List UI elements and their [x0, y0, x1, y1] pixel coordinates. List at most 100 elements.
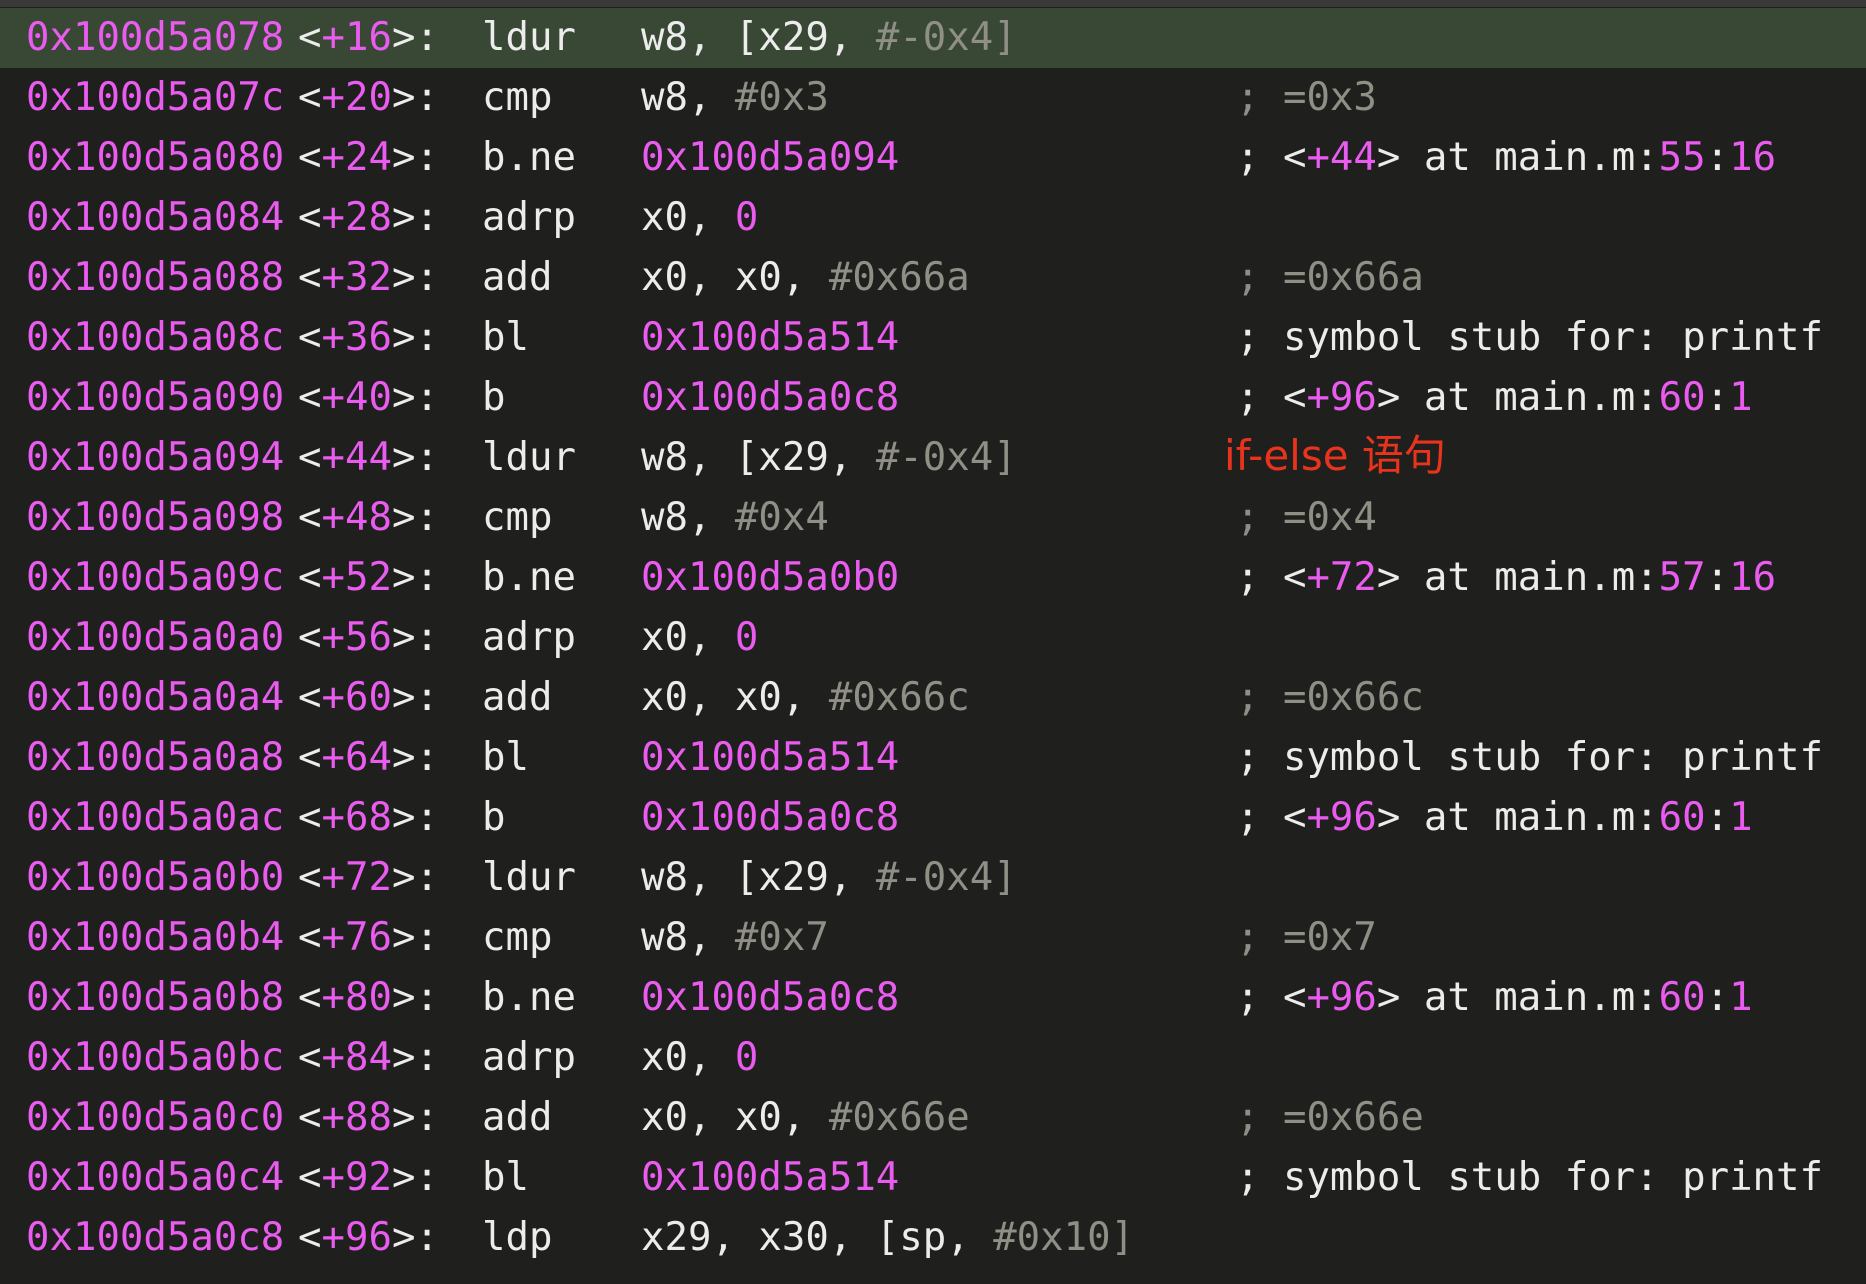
instruction-row[interactable]: 0x100d5a094 <+44>: ldur w8, [x29, #-0x4]	[0, 428, 1866, 488]
instruction-offset: <+96>:	[298, 1215, 439, 1260]
instruction-address: 0x100d5a0ac	[26, 795, 285, 840]
instruction-row[interactable]: 0x100d5a0a4 <+60>: add x0, x0, #0x66c ; =0x6…	[0, 668, 1866, 728]
instruction-comment: ; =0x3	[1236, 75, 1377, 120]
instruction-row[interactable]: 0x100d5a088 <+32>: add x0, x0, #0x66a ; =0x6…	[0, 248, 1866, 308]
instruction-address: 0x100d5a0a4	[26, 675, 285, 720]
instruction-comment: ; symbol stub for: printf	[1236, 315, 1823, 360]
instruction-mnemonic: add	[482, 675, 553, 720]
instruction-operands: 0x100d5a514	[641, 1155, 900, 1200]
disassembly-view: 0x100d5a078 <+16>: ldur w8, [x29, #-0x4] 0x1…	[0, 0, 1866, 1284]
instruction-operands: w8, [x29, #-0x4]	[641, 855, 1017, 900]
instruction-row[interactable]: 0x100d5a0bc <+84>: adrp x0, 0	[0, 1028, 1866, 1088]
instruction-operands: x0, x0, #0x66e	[641, 1095, 970, 1140]
instruction-row[interactable]: 0x100d5a084 <+28>: adrp x0, 0	[0, 188, 1866, 248]
instruction-comment: ; <+96> at main.m:60:1	[1236, 975, 1753, 1020]
instruction-offset: <+56>:	[298, 615, 439, 660]
instruction-row[interactable]: 0x100d5a090 <+40>: b 0x100d5a0c8 ; <+96> at …	[0, 368, 1866, 428]
instruction-mnemonic: cmp	[482, 75, 553, 120]
instruction-comment: ; =0x7	[1236, 915, 1377, 960]
instruction-mnemonic: ldp	[482, 1215, 553, 1260]
instruction-mnemonic: ldur	[482, 15, 576, 60]
instruction-address: 0x100d5a0bc	[26, 1035, 285, 1080]
instruction-address: 0x100d5a0c8	[26, 1215, 285, 1260]
instruction-operands: w8, [x29, #-0x4]	[641, 15, 1017, 60]
instruction-comment: ; <+96> at main.m:60:1	[1236, 795, 1753, 840]
instruction-row[interactable]: 0x100d5a080 <+24>: b.ne 0x100d5a094 ; <+44> …	[0, 128, 1866, 188]
instruction-mnemonic: adrp	[482, 1035, 576, 1080]
instruction-comment: ; symbol stub for: printf	[1236, 735, 1823, 780]
instruction-address: 0x100d5a08c	[26, 315, 285, 360]
instruction-row[interactable]: 0x100d5a08c <+36>: bl 0x100d5a514 ; symbol s…	[0, 308, 1866, 368]
instruction-address: 0x100d5a0b8	[26, 975, 285, 1020]
instruction-comment: ; =0x4	[1236, 495, 1377, 540]
instruction-offset: <+80>:	[298, 975, 439, 1020]
instruction-operands: 0x100d5a0c8	[641, 795, 900, 840]
instruction-address: 0x100d5a0b4	[26, 915, 285, 960]
instruction-mnemonic: b	[482, 375, 506, 420]
instruction-address: 0x100d5a084	[26, 195, 285, 240]
instruction-row[interactable]: 0x100d5a09c <+52>: b.ne 0x100d5a0b0 ; <+72> …	[0, 548, 1866, 608]
instruction-offset: <+52>:	[298, 555, 439, 600]
instruction-operands: 0x100d5a0c8	[641, 975, 900, 1020]
instruction-row[interactable]: 0x100d5a0c8 <+96>: ldp x29, x30, [sp, #0x10…	[0, 1208, 1866, 1268]
instruction-row[interactable]: 0x100d5a098 <+48>: cmp w8, #0x4 ; =0x4	[0, 488, 1866, 548]
instruction-operands: 0x100d5a514	[641, 315, 900, 360]
instruction-row[interactable]: 0x100d5a0b8 <+80>: b.ne 0x100d5a0c8 ; <+96> …	[0, 968, 1866, 1028]
instruction-address: 0x100d5a0a8	[26, 735, 285, 780]
instruction-offset: <+20>:	[298, 75, 439, 120]
instruction-offset: <+40>:	[298, 375, 439, 420]
instruction-row[interactable]: 0x100d5a0a0 <+56>: adrp x0, 0	[0, 608, 1866, 668]
instruction-operands: x0, 0	[641, 615, 759, 660]
instruction-row[interactable]: 0x100d5a0c4 <+92>: bl 0x100d5a514 ; symbol s…	[0, 1148, 1866, 1208]
instruction-offset: <+88>:	[298, 1095, 439, 1140]
instruction-address: 0x100d5a0c4	[26, 1155, 285, 1200]
instruction-row[interactable]: 0x100d5a0c0 <+88>: add x0, x0, #0x66e ; =0x6…	[0, 1088, 1866, 1148]
instruction-mnemonic: ldur	[482, 855, 576, 900]
instruction-operands: 0x100d5a0c8	[641, 375, 900, 420]
instruction-address: 0x100d5a0b0	[26, 855, 285, 900]
instruction-row[interactable]: 0x100d5a0b0 <+72>: ldur w8, [x29, #-0x4]	[0, 848, 1866, 908]
instruction-offset: <+92>:	[298, 1155, 439, 1200]
instruction-address: 0x100d5a078	[26, 15, 285, 60]
instruction-offset: <+24>:	[298, 135, 439, 180]
instruction-mnemonic: cmp	[482, 915, 553, 960]
instruction-mnemonic: add	[482, 1095, 553, 1140]
instruction-row[interactable]: 0x100d5a07c <+20>: cmp w8, #0x3 ; =0x3	[0, 68, 1866, 128]
instruction-operands: x0, x0, #0x66a	[641, 255, 970, 300]
instruction-address: 0x100d5a094	[26, 435, 285, 480]
instruction-address: 0x100d5a080	[26, 135, 285, 180]
instruction-address: 0x100d5a0c0	[26, 1095, 285, 1140]
instruction-operands: w8, #0x3	[641, 75, 829, 120]
instruction-row[interactable]: 0x100d5a0b4 <+76>: cmp w8, #0x7 ; =0x7	[0, 908, 1866, 968]
instruction-operands: w8, #0x7	[641, 915, 829, 960]
instruction-operands: x29, x30, [sp, #0x10]	[641, 1215, 1135, 1260]
instruction-mnemonic: bl	[482, 735, 529, 780]
instruction-operands: 0x100d5a514	[641, 735, 900, 780]
instruction-offset: <+72>:	[298, 855, 439, 900]
instruction-offset: <+60>:	[298, 675, 439, 720]
instruction-comment: ; =0x66e	[1236, 1095, 1424, 1140]
instruction-offset: <+48>:	[298, 495, 439, 540]
instruction-mnemonic: add	[482, 255, 553, 300]
instruction-mnemonic: b.ne	[482, 975, 576, 1020]
instruction-address: 0x100d5a098	[26, 495, 285, 540]
instruction-address: 0x100d5a090	[26, 375, 285, 420]
instruction-operands: 0x100d5a094	[641, 135, 900, 180]
instruction-offset: <+28>:	[298, 195, 439, 240]
instruction-comment: ; =0x66c	[1236, 675, 1424, 720]
instruction-offset: <+32>:	[298, 255, 439, 300]
instruction-row[interactable]: 0x100d5a0ac <+68>: b 0x100d5a0c8 ; <+96> at …	[0, 788, 1866, 848]
instruction-operands: x0, 0	[641, 1035, 759, 1080]
instruction-mnemonic: b.ne	[482, 135, 576, 180]
instruction-mnemonic: adrp	[482, 615, 576, 660]
instruction-mnemonic: b	[482, 795, 506, 840]
instruction-address: 0x100d5a088	[26, 255, 285, 300]
instruction-mnemonic: b.ne	[482, 555, 576, 600]
instruction-mnemonic: ldur	[482, 435, 576, 480]
instruction-operands: w8, [x29, #-0x4]	[641, 435, 1017, 480]
top-divider	[0, 0, 1866, 7]
instruction-row[interactable]: 0x100d5a0a8 <+64>: bl 0x100d5a514 ; symbol s…	[0, 728, 1866, 788]
instruction-address: 0x100d5a09c	[26, 555, 285, 600]
current-instruction-row[interactable]: 0x100d5a078 <+16>: ldur w8, [x29, #-0x4]	[0, 8, 1866, 68]
instruction-offset: <+76>:	[298, 915, 439, 960]
